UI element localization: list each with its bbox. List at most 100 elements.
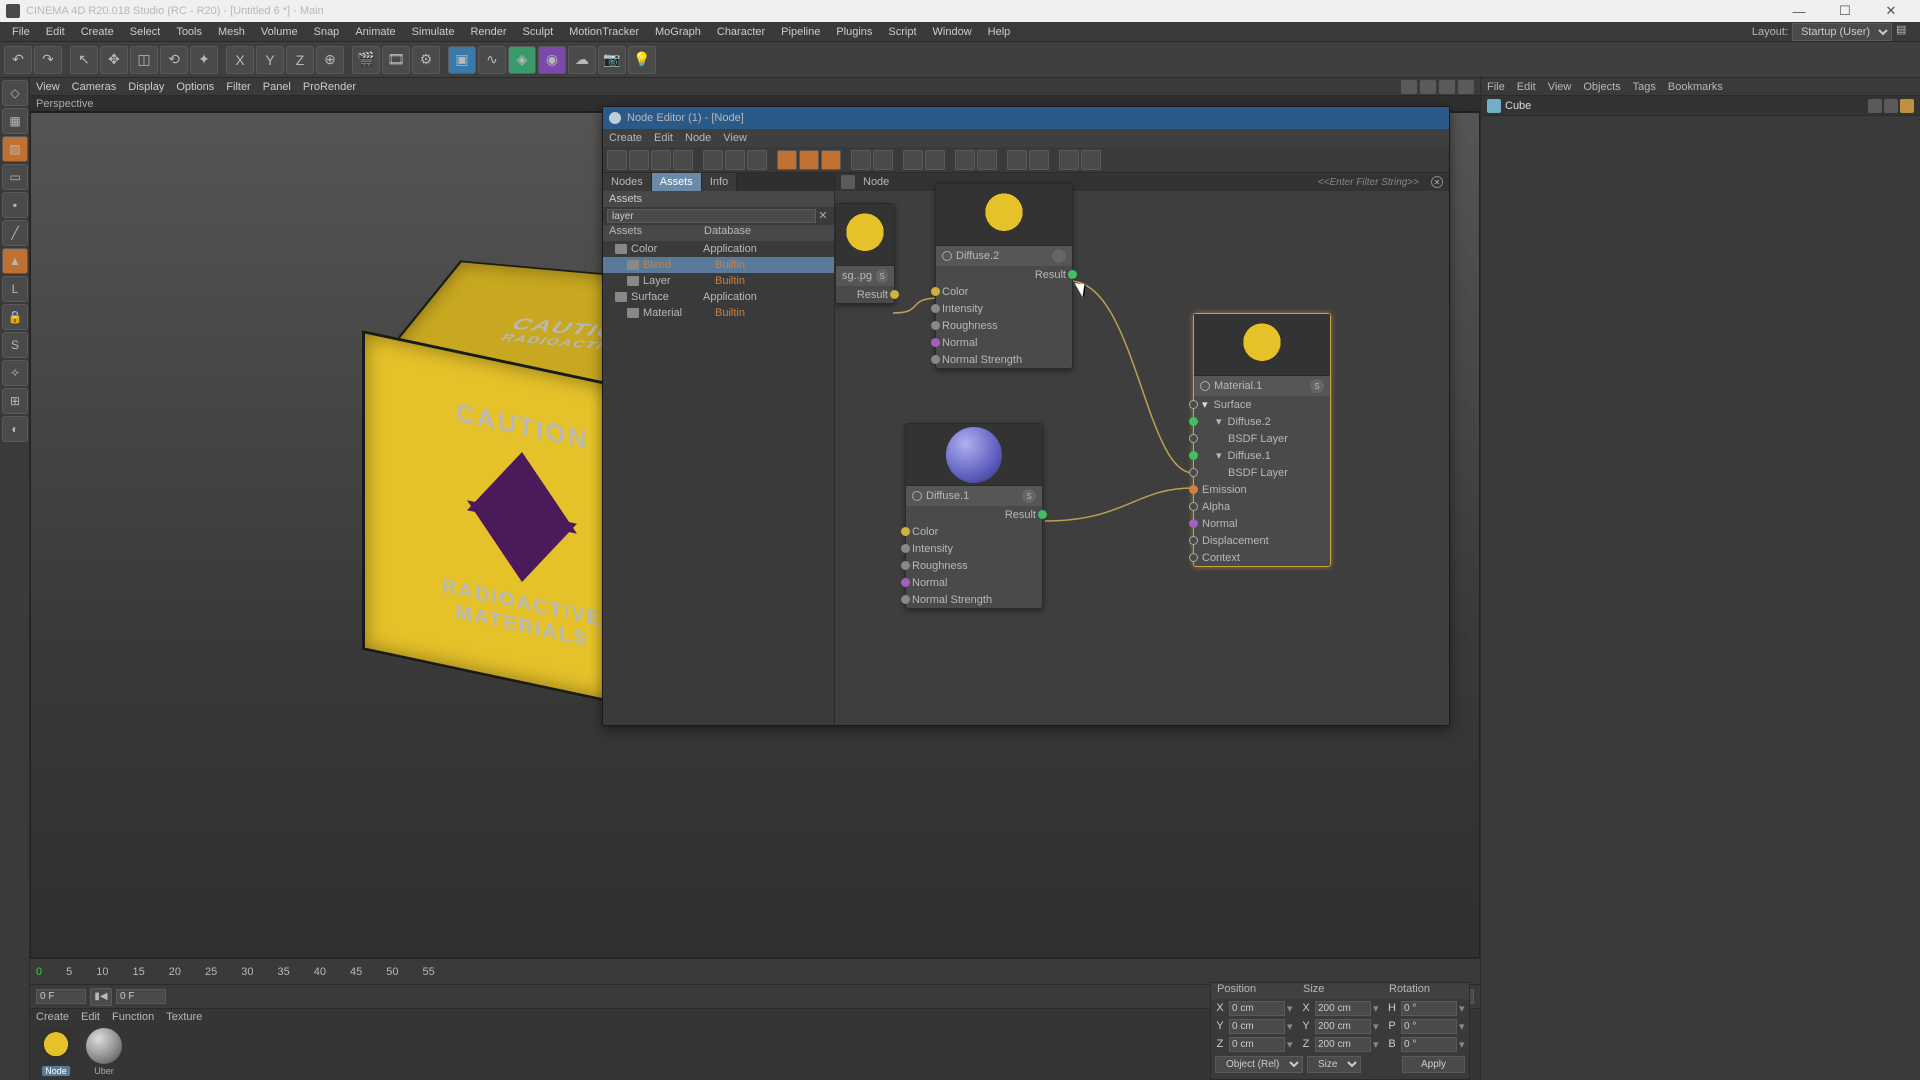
camera-button[interactable]: 📷 [598,46,626,74]
pos-x-input[interactable] [1229,1001,1285,1016]
make-editable-button[interactable]: ◇ [2,80,28,106]
vp-nav-icon[interactable] [1401,80,1417,94]
node-material-1[interactable]: Material.1S ▾ Surface ▾ Diffuse.2 BSDF L… [1193,313,1331,567]
om-menu-objects[interactable]: Objects [1583,81,1620,93]
om-menu-bookmarks[interactable]: Bookmarks [1668,81,1723,93]
ne-tool-button[interactable] [747,150,767,170]
input-port[interactable] [1189,417,1198,426]
snap-button[interactable]: ⊞ [2,388,28,414]
ne-tool-button[interactable] [651,150,671,170]
input-port[interactable] [931,338,940,347]
menu-pipeline[interactable]: Pipeline [773,22,828,42]
menu-script[interactable]: Script [880,22,924,42]
output-port[interactable] [890,290,899,299]
om-menu-view[interactable]: View [1548,81,1572,93]
ne-tool-button[interactable] [1029,150,1049,170]
ne-tool-button[interactable] [955,150,975,170]
rot-h-input[interactable] [1401,1001,1457,1016]
spinner-icon[interactable]: ▾ [1287,1002,1297,1015]
point-mode-button[interactable]: ▪ [2,192,28,218]
spinner-icon[interactable]: ▾ [1373,1020,1383,1033]
visibility-tag-icon[interactable] [1868,99,1882,113]
ne-tool-button[interactable] [725,150,745,170]
node-image-partial[interactable]: sg..pgS Result [835,203,895,304]
mat-menu-texture[interactable]: Texture [166,1011,202,1023]
workplane-button[interactable]: ▭ [2,164,28,190]
close-button[interactable]: ✕ [1868,0,1914,22]
input-port[interactable] [931,355,940,364]
menu-motiontracker[interactable]: MotionTracker [561,22,647,42]
output-port[interactable] [1038,510,1047,519]
apply-button[interactable]: Apply [1402,1056,1465,1073]
rot-b-input[interactable] [1401,1037,1457,1052]
ne-tool-button[interactable] [1059,150,1079,170]
spinner-icon[interactable]: ▾ [1287,1020,1297,1033]
ne-menu-node[interactable]: Node [685,132,711,144]
breadcrumb[interactable]: Node [863,176,889,188]
close-icon[interactable]: ✕ [1431,176,1443,188]
maximize-button[interactable]: ☐ [1822,0,1868,22]
ne-tool-button[interactable] [777,150,797,170]
vp-menu-view[interactable]: View [36,81,60,93]
node-diffuse-2[interactable]: Diffuse.2 Result Color Intensity Roughne… [935,183,1073,369]
ne-tool-button[interactable] [977,150,997,170]
asset-row-layer[interactable]: LayerBuiltin [603,273,834,289]
menu-animate[interactable]: Animate [347,22,403,42]
vp-nav-icon[interactable] [1458,80,1474,94]
soft-select-button[interactable]: S [2,332,28,358]
axis-button[interactable]: L [2,276,28,302]
ne-tool-button[interactable] [1007,150,1027,170]
vp-menu-prorender[interactable]: ProRender [303,81,356,93]
pos-z-input[interactable] [1229,1037,1285,1052]
ne-menu-create[interactable]: Create [609,132,642,144]
tweak-button[interactable]: ✧ [2,360,28,386]
axis-y-button[interactable]: Y [256,46,284,74]
scale-tool[interactable]: ◫ [130,46,158,74]
material-thumb-node[interactable]: Node [34,1028,78,1076]
vp-menu-display[interactable]: Display [128,81,164,93]
solo-icon[interactable]: S [1310,379,1324,393]
rot-p-input[interactable] [1401,1019,1457,1034]
input-port[interactable] [1189,434,1198,443]
render-region-button[interactable]: 🎞 [382,46,410,74]
menu-render[interactable]: Render [462,22,514,42]
ne-tool-button[interactable] [821,150,841,170]
input-port[interactable] [901,561,910,570]
spinner-icon[interactable]: ▾ [1373,1002,1383,1015]
ne-tool-button[interactable] [903,150,923,170]
input-port[interactable] [1189,519,1198,528]
menu-plugins[interactable]: Plugins [828,22,880,42]
asset-row-material[interactable]: MaterialBuiltin [603,305,834,321]
spinner-icon[interactable]: ▾ [1459,1020,1469,1033]
model-mode-button[interactable]: ▦ [2,108,28,134]
size-mode-select[interactable]: Size [1307,1056,1361,1073]
node-editor-titlebar[interactable]: Node Editor (1) - [Node] [603,107,1449,129]
coord-system-button[interactable]: ⊕ [316,46,344,74]
menu-help[interactable]: Help [980,22,1019,42]
node-graph[interactable]: Node <<Enter Filter String>> ✕ sg..pgS R… [835,173,1449,725]
ne-tool-button[interactable] [703,150,723,170]
ne-tool-button[interactable] [629,150,649,170]
input-port[interactable] [1189,502,1198,511]
render-settings-button[interactable]: ⚙ [412,46,440,74]
ne-play-button[interactable] [873,150,893,170]
mat-menu-create[interactable]: Create [36,1011,69,1023]
asset-row-color[interactable]: ColorApplication [603,241,834,257]
vp-nav-icon[interactable] [1420,80,1436,94]
menu-select[interactable]: Select [122,22,169,42]
goto-start-icon[interactable]: ▮◀ [90,988,112,1006]
spinner-icon[interactable]: ▾ [1287,1038,1297,1051]
ne-tool-button[interactable] [607,150,627,170]
om-menu-tags[interactable]: Tags [1633,81,1656,93]
menu-create[interactable]: Create [73,22,122,42]
select-tool[interactable]: ↖ [70,46,98,74]
redo-button[interactable]: ↷ [34,46,62,74]
solo-icon[interactable]: S [1022,489,1036,503]
layout-select[interactable]: Startup (User) [1792,23,1892,41]
clear-search-icon[interactable]: ✕ [816,209,830,223]
material-thumb-uber[interactable]: Uber [82,1028,126,1076]
mat-menu-function[interactable]: Function [112,1011,154,1023]
vp-menu-panel[interactable]: Panel [263,81,291,93]
light-button[interactable]: 💡 [628,46,656,74]
ne-play-button[interactable] [851,150,871,170]
